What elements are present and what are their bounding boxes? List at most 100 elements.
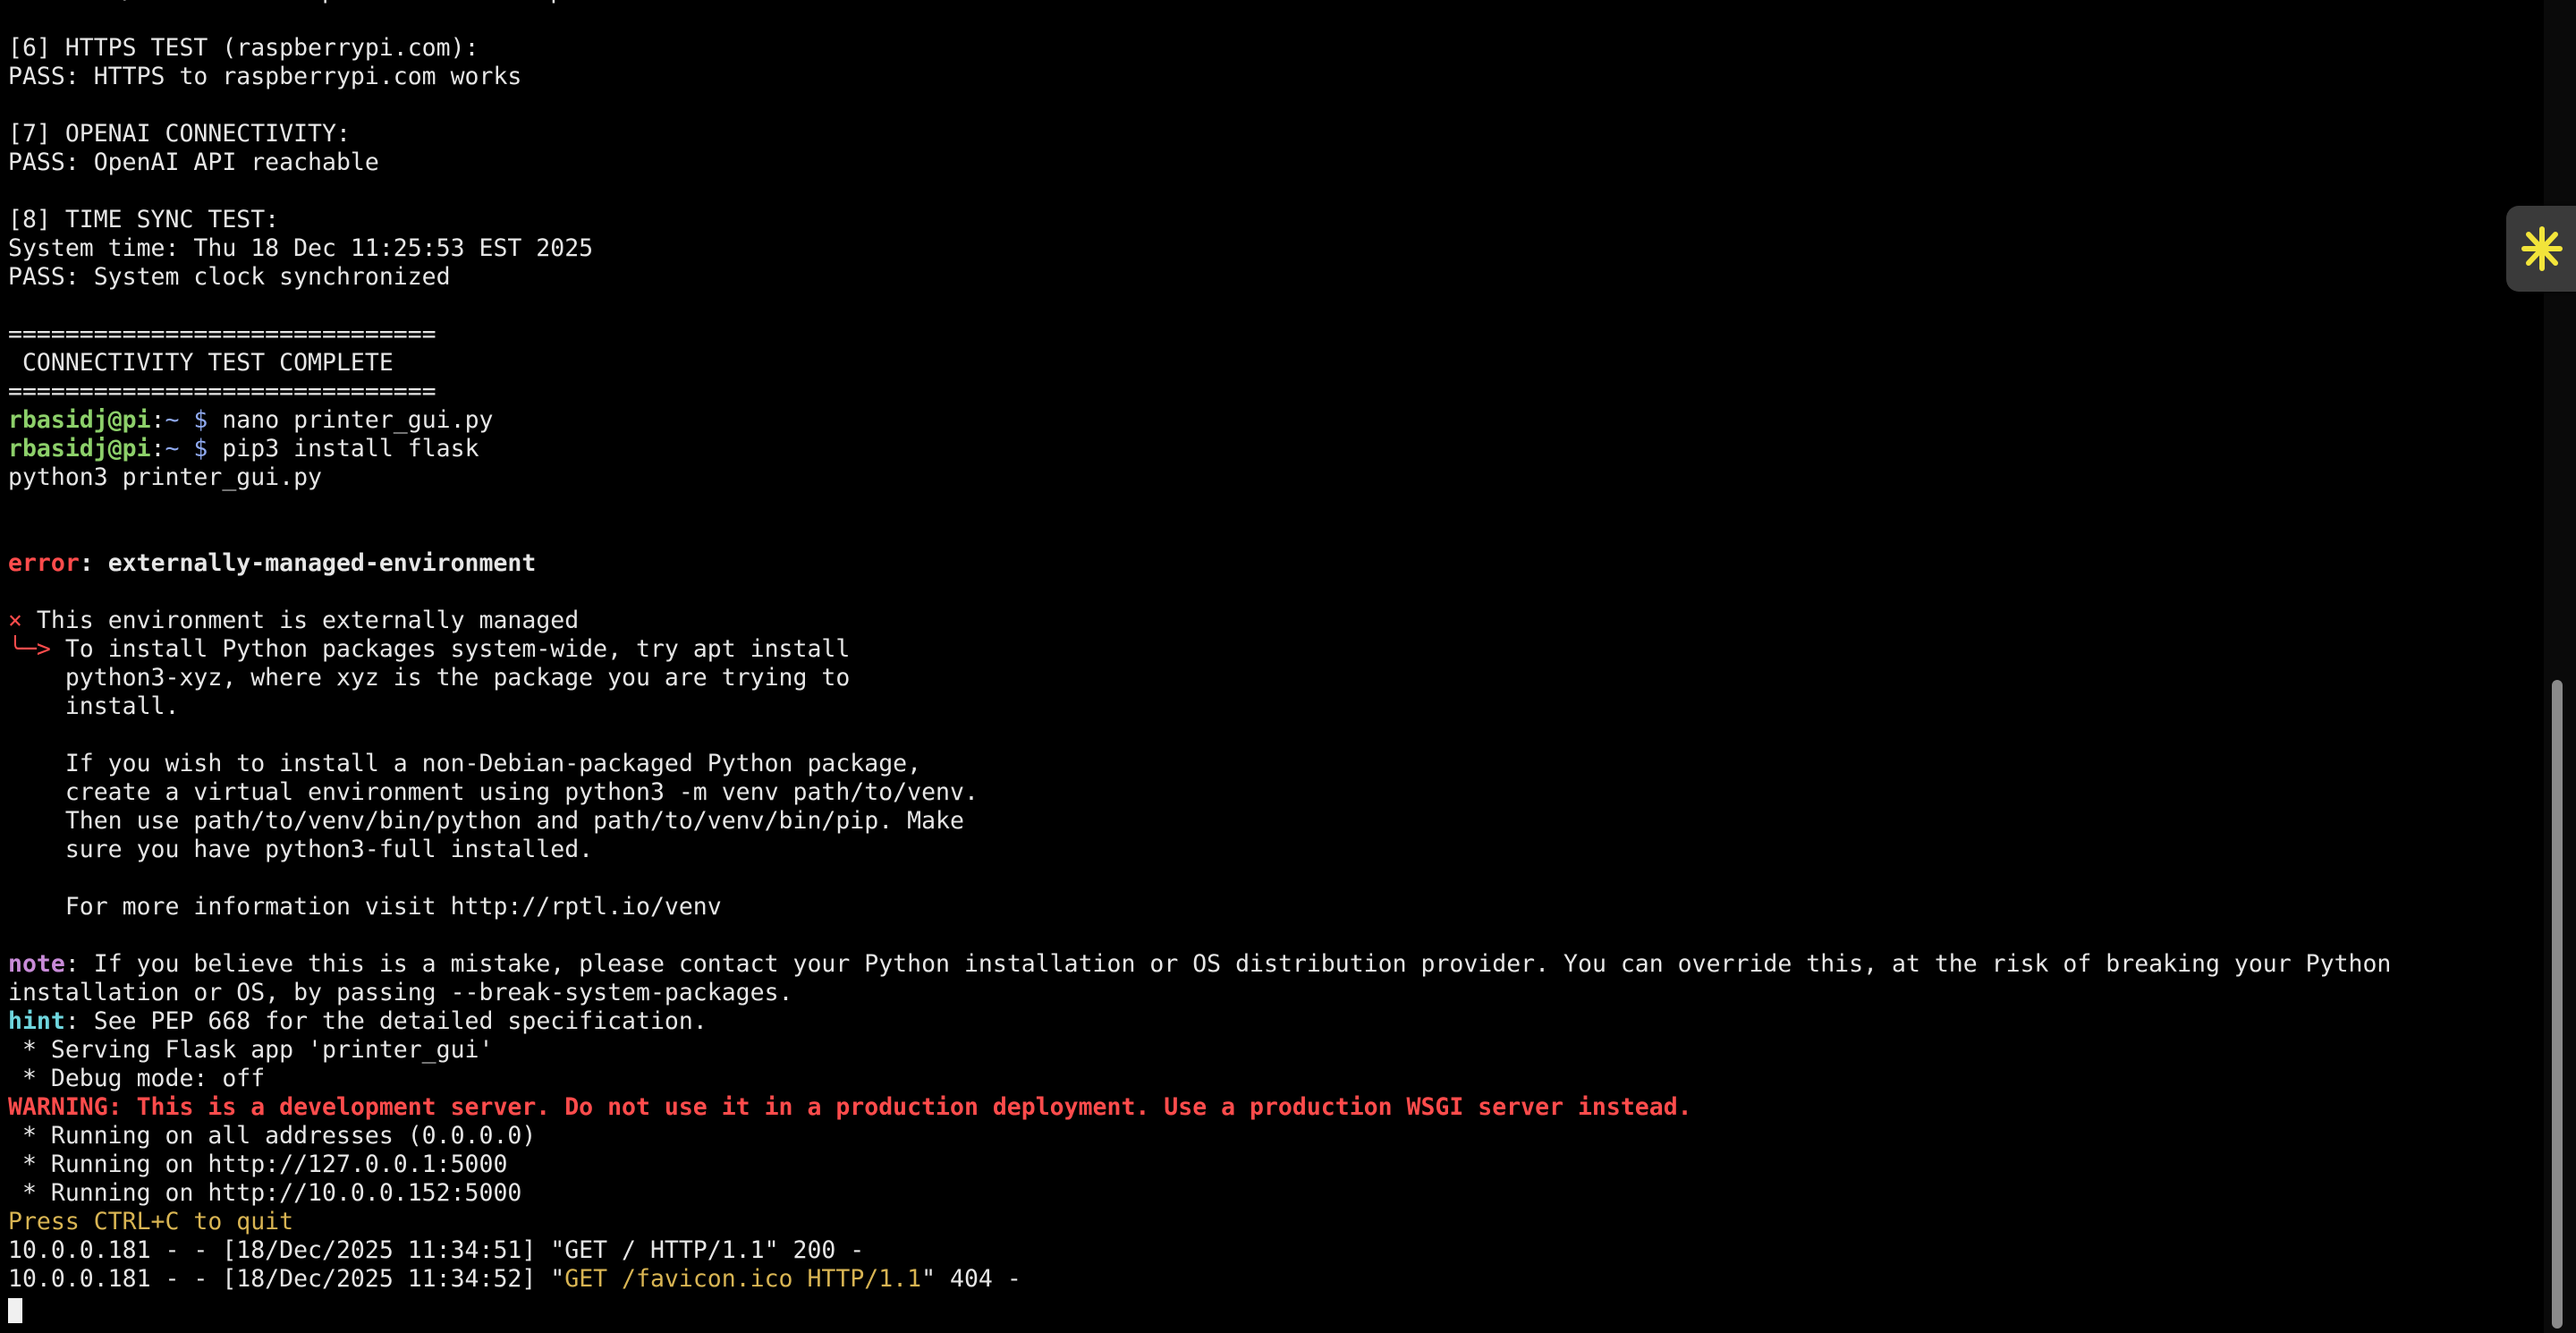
terminal-line: Then use path/to/venv/bin/python and pat… [8, 807, 2530, 836]
terminal-text-segment: This environment is externally managed [21, 607, 580, 634]
terminal-text-segment: For more information visit http://rptl.i… [8, 893, 722, 921]
terminal-text-segment: : [150, 406, 165, 434]
terminal-line: WARNING: This is a development server. D… [8, 1093, 2530, 1122]
terminal-text-segment: [7] OPENAI CONNECTIVITY: [8, 120, 351, 148]
terminal-output: 10.0.0.1/24 dev wlan0 proto kernel scope… [8, 0, 2530, 1294]
terminal-text-segment: ╰─> [8, 635, 51, 663]
terminal-line: If you wish to install a non-Debian-pack… [8, 750, 2530, 778]
terminal-text-segment: externally-managed-environment [107, 549, 537, 577]
terminal-text-segment: installation or OS, by passing --break-s… [8, 979, 793, 1006]
terminal-line: 10.0.0.181 - - [18/Dec/2025 11:34:51] "G… [8, 1236, 2530, 1265]
terminal-line: create a virtual environment using pytho… [8, 778, 2530, 807]
terminal-line: installation or OS, by passing --break-s… [8, 979, 2530, 1007]
terminal-text-segment: 10.0.0.181 - - [18/Dec/2025 11:34:52] " [8, 1265, 565, 1293]
terminal-text-segment: : See PEP 668 for the detailed specifica… [64, 1007, 708, 1035]
terminal-text-segment: [8] TIME SYNC TEST: [8, 206, 280, 233]
assistant-badge-button[interactable] [2506, 206, 2576, 292]
terminal-line: PASS: System clock synchronized [8, 263, 2530, 292]
terminal-line: For more information visit http://rptl.i… [8, 893, 2530, 921]
terminal-text-segment: * Running on http://10.0.0.152:5000 [8, 1179, 522, 1207]
terminal-line: [7] OPENAI CONNECTIVITY: [8, 120, 2530, 149]
terminal-line: * Running on http://10.0.0.152:5000 [8, 1179, 2530, 1208]
terminal-text-segment: GET /favicon.ico HTTP/1.1 [564, 1265, 922, 1293]
terminal-line: [8] TIME SYNC TEST: [8, 206, 2530, 234]
terminal-text-segment: * Debug mode: off [8, 1065, 266, 1092]
terminal-text-segment: hint [8, 1007, 65, 1035]
terminal-line: System time: Thu 18 Dec 11:25:53 EST 202… [8, 234, 2530, 263]
terminal-line: python3 printer_gui.py [8, 463, 2530, 492]
scrollbar-thumb[interactable] [2552, 680, 2563, 1329]
terminal-text-segment: install. [8, 692, 180, 720]
terminal-text-segment: CONNECTIVITY TEST COMPLETE [8, 349, 394, 377]
terminal-line: * Running on http://127.0.0.1:5000 [8, 1150, 2530, 1179]
terminal-text-segment: ~ $ [165, 435, 208, 463]
terminal-text-segment: * Running on http://127.0.0.1:5000 [8, 1150, 508, 1178]
asterisk-spark-icon [2521, 226, 2563, 271]
terminal-text-segment: Then use path/to/venv/bin/python and pat… [8, 807, 964, 835]
terminal-text-segment: If you wish to install a non-Debian-pack… [8, 750, 922, 777]
terminal-text-segment: : If you believe this is a mistake, plea… [64, 950, 2392, 978]
terminal-text-segment: ~ $ [165, 406, 208, 434]
terminal-text-segment: Press CTRL+C to quit [8, 1208, 294, 1235]
terminal-text-segment: To install Python packages system-wide, … [50, 635, 851, 663]
terminal-line: 10.0.0.181 - - [18/Dec/2025 11:34:52] "G… [8, 1265, 2530, 1294]
terminal-text-segment: pip3 install flask [208, 435, 479, 463]
terminal-window[interactable]: 10.0.0.1/24 dev wlan0 proto kernel scope… [0, 0, 2576, 1333]
terminal-line: note: If you believe this is a mistake, … [8, 950, 2530, 979]
terminal-text-segment: : [150, 435, 165, 463]
terminal-line: * Debug mode: off [8, 1065, 2530, 1093]
terminal-line: hint: See PEP 668 for the detailed speci… [8, 1007, 2530, 1036]
terminal-line: install. [8, 692, 2530, 721]
terminal-text-segment: sure you have python3-full installed. [8, 836, 594, 863]
terminal-line: Press CTRL+C to quit [8, 1208, 2530, 1236]
terminal-text-segment: rbasidj@pi [8, 406, 151, 434]
terminal-line: * Serving Flask app 'printer_gui' [8, 1036, 2530, 1065]
terminal-text-segment: * Serving Flask app 'printer_gui' [8, 1036, 494, 1064]
terminal-line: ============================== [8, 378, 2530, 406]
terminal-text-segment: python3-xyz, where xyz is the package yo… [8, 664, 851, 692]
terminal-text-segment: python3 printer_gui.py [8, 463, 322, 491]
terminal-cursor [8, 1298, 22, 1323]
terminal-line: sure you have python3-full installed. [8, 836, 2530, 864]
terminal-text-segment: PASS: System clock synchronized [8, 263, 451, 291]
terminal-text-segment: [6] HTTPS TEST (raspberrypi.com): [8, 34, 479, 62]
terminal-text-segment: error [8, 549, 80, 577]
terminal-text-segment: PASS: OpenAI API reachable [8, 149, 379, 176]
terminal-text-segment: ============================== [8, 320, 436, 348]
terminal-line: rbasidj@pi:~ $ nano printer_gui.py [8, 406, 2530, 435]
terminal-line: × This environment is externally managed [8, 607, 2530, 635]
terminal-text-segment: PASS: HTTPS to raspberrypi.com works [8, 63, 522, 90]
terminal-text-segment: nano printer_gui.py [208, 406, 494, 434]
terminal-text-segment: WARNING: This is a development server. D… [8, 1093, 1692, 1121]
terminal-text-segment: ============================== [8, 378, 436, 405]
terminal-line: PASS: HTTPS to raspberrypi.com works [8, 63, 2530, 91]
terminal-line: python3-xyz, where xyz is the package yo… [8, 664, 2530, 692]
terminal-line: PASS: OpenAI API reachable [8, 149, 2530, 177]
terminal-text-segment: note [8, 950, 65, 978]
terminal-line: * Running on all addresses (0.0.0.0) [8, 1122, 2530, 1150]
terminal-text-segment: 10.0.0.1/24 dev wlan0 proto kernel scope… [8, 0, 1021, 4]
terminal-text-segment: rbasidj@pi [8, 435, 151, 463]
terminal-text-segment: " 404 - [921, 1265, 1021, 1293]
terminal-text-segment: System time: Thu 18 Dec 11:25:53 EST 202… [8, 234, 594, 262]
terminal-line: CONNECTIVITY TEST COMPLETE [8, 349, 2530, 378]
terminal-text-segment: × [8, 607, 22, 634]
terminal-line: rbasidj@pi:~ $ pip3 install flask [8, 435, 2530, 463]
terminal-text-segment: : [79, 549, 108, 577]
terminal-text-segment: 10.0.0.181 - - [18/Dec/2025 11:34:51] "G… [8, 1236, 865, 1264]
terminal-text-segment: create a virtual environment using pytho… [8, 778, 979, 806]
terminal-line: ╰─> To install Python packages system-wi… [8, 635, 2530, 664]
terminal-line: error: externally-managed-environment [8, 549, 2530, 578]
terminal-line: [6] HTTPS TEST (raspberrypi.com): [8, 34, 2530, 63]
terminal-line: ============================== [8, 320, 2530, 349]
